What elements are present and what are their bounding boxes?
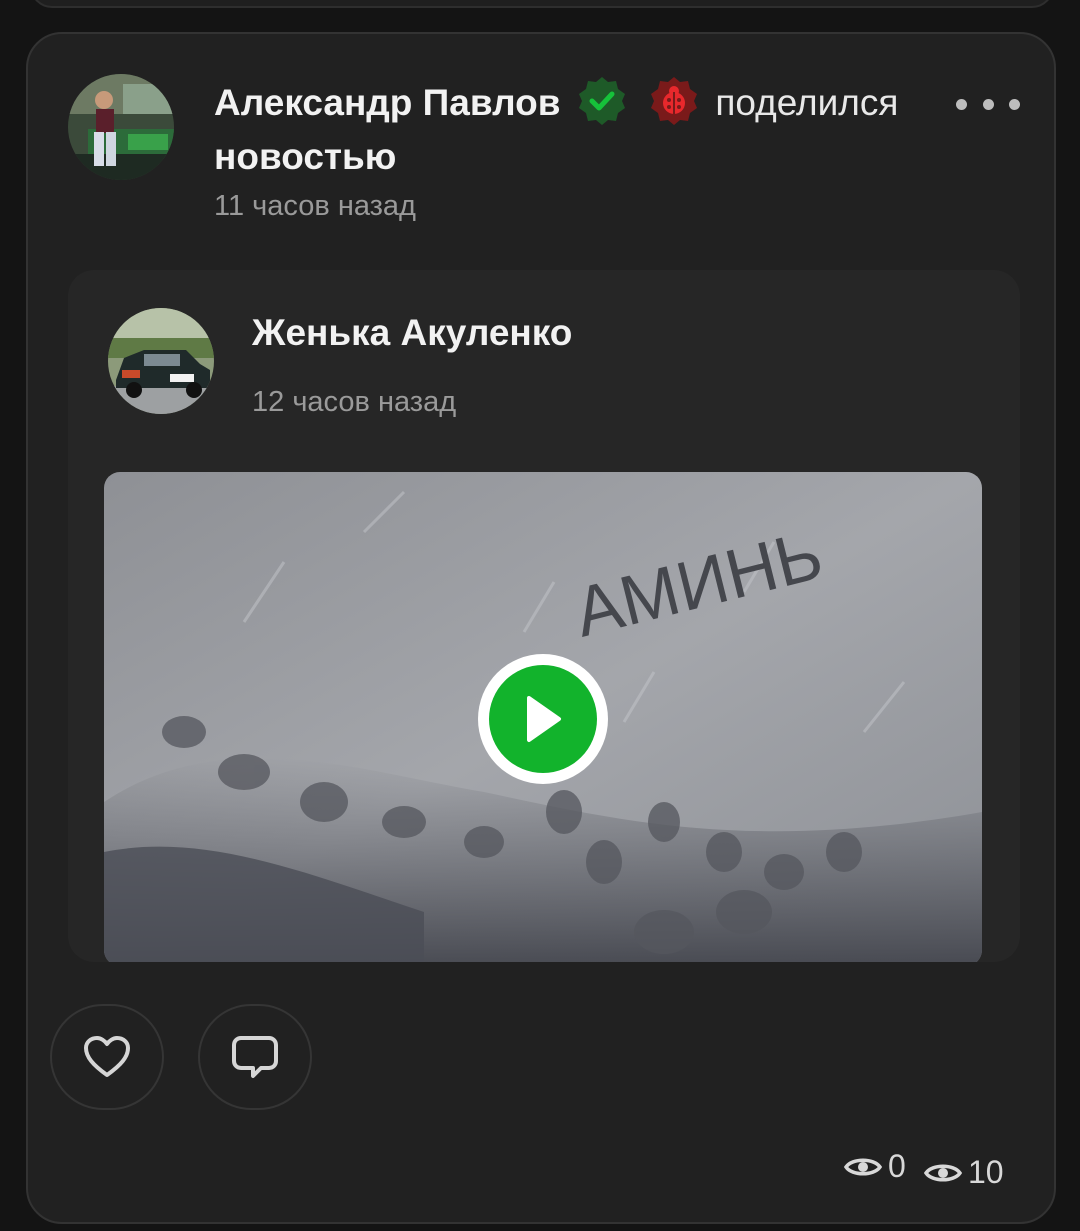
video-player[interactable]: АМИНЬ <box>104 472 982 962</box>
more-dot-icon <box>956 98 967 110</box>
shared-label: поделился <box>715 82 899 123</box>
views-counter: 10 <box>924 1154 1004 1191</box>
play-circle <box>489 665 597 773</box>
comment-button[interactable] <box>198 1004 312 1110</box>
repost-author-avatar[interactable] <box>108 308 214 414</box>
eye-icon <box>924 1164 962 1181</box>
comment-icon <box>232 1036 278 1078</box>
heart-icon <box>84 1036 130 1077</box>
repost-timestamp: 12 часов назад <box>252 386 457 418</box>
post-timestamp: 11 часов назад <box>214 190 416 222</box>
views-count-small: 0 <box>888 1148 906 1184</box>
repost-author-name[interactable]: Женька Акуленко <box>252 312 572 354</box>
views-counter-small: 0 <box>844 1148 906 1185</box>
ladybug-badge-icon <box>649 76 699 126</box>
play-button[interactable] <box>478 654 608 784</box>
like-button[interactable] <box>50 1004 164 1110</box>
feed-post-card: Александр Павлов поделился новостью 11 ч… <box>26 32 1056 1224</box>
views-count: 10 <box>968 1154 1004 1190</box>
post-header: Александр Павлов поделился новостью <box>214 76 914 184</box>
previous-card-edge <box>30 0 1054 8</box>
eye-icon <box>844 1158 882 1175</box>
more-dot-icon <box>982 98 994 110</box>
author-name[interactable]: Александр Павлов <box>214 82 560 123</box>
author-avatar[interactable] <box>68 74 174 180</box>
more-options-button[interactable] <box>956 86 1020 122</box>
play-icon <box>527 696 561 742</box>
verified-badge-icon <box>577 76 627 126</box>
reposted-post[interactable]: Женька Акуленко 12 часов назад АМИНЬ <box>68 270 1020 962</box>
more-dot-icon <box>1009 98 1020 110</box>
shared-label-news: новостью <box>214 136 397 177</box>
